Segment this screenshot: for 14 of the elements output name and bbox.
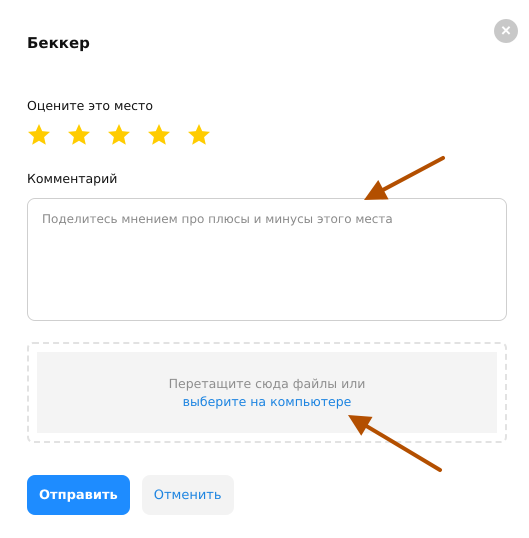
star-icon[interactable] <box>147 123 171 147</box>
upload-hint: Перетащите сюда файлы или <box>168 376 366 391</box>
rating-label: Оцените это место <box>27 98 154 113</box>
dialog-title: Беккер <box>27 34 90 52</box>
upload-dropzone[interactable]: Перетащите сюда файлы или выберите на компьютере <box>27 342 507 443</box>
star-icon[interactable] <box>107 123 131 147</box>
submit-button[interactable]: Отправить <box>27 475 130 515</box>
choose-file-link[interactable]: выберите на компьютере <box>182 394 352 409</box>
star-icon[interactable] <box>67 123 91 147</box>
star-icon[interactable] <box>27 123 51 147</box>
comment-label: Комментарий <box>27 171 118 186</box>
cancel-button[interactable]: Отменить <box>142 475 234 515</box>
star-icon[interactable] <box>187 123 211 147</box>
comment-field[interactable]: Поделитесь мнением про плюсы и минусы этого места <box>27 198 507 321</box>
